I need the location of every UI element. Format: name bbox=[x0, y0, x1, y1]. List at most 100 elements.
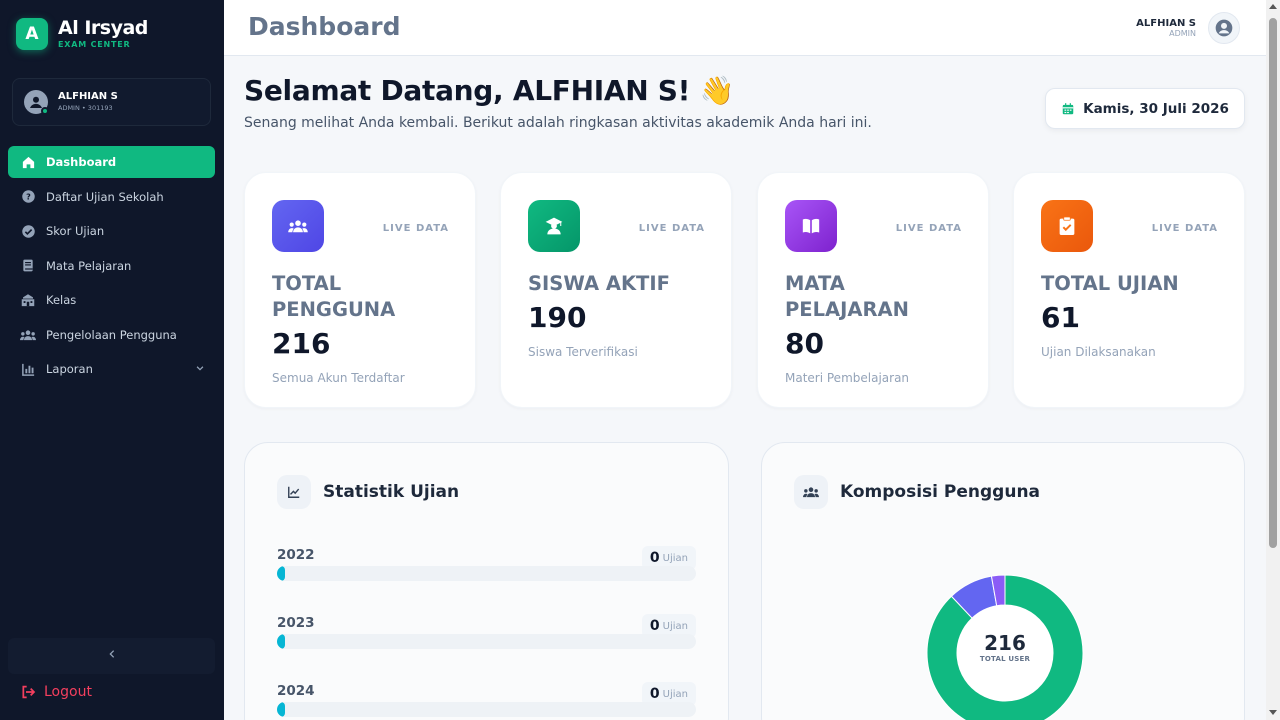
page-title: Dashboard bbox=[248, 12, 401, 41]
stat-label: MATA PELAJARAN bbox=[785, 272, 909, 321]
exam-progress-fill bbox=[277, 566, 285, 581]
exam-count: 0 bbox=[649, 686, 660, 702]
book-icon bbox=[20, 258, 36, 274]
sidebar-item-kelas[interactable]: Kelas bbox=[8, 284, 215, 316]
top-header: Dashboard ALFHIAN S ADMIN bbox=[224, 0, 1266, 56]
users-icon bbox=[272, 200, 324, 252]
sidebar-item-label: Pengelolaan Pengguna bbox=[46, 327, 177, 342]
sidebar-item-skor-ujian[interactable]: Skor Ujian bbox=[8, 215, 215, 247]
exam-count: 0 bbox=[649, 618, 660, 634]
exam-progress-bar bbox=[277, 634, 696, 649]
school-icon bbox=[20, 292, 36, 308]
brand-name: Al Irsyad bbox=[58, 17, 148, 39]
scroll-up-arrow-icon[interactable] bbox=[1269, 4, 1277, 9]
header-user-role: ADMIN bbox=[1169, 29, 1196, 39]
sidebar-item-label: Skor Ujian bbox=[46, 224, 105, 238]
sidebar-user-meta: ADMIN • 301193 bbox=[58, 104, 113, 113]
online-status-indicator bbox=[41, 107, 49, 115]
trend-chart-icon bbox=[277, 475, 311, 509]
stat-value: 190 bbox=[528, 301, 587, 334]
sidebar-item-label: Laporan bbox=[46, 362, 93, 376]
stat-card-mata-pelajaran: LIVE DATA MATA PELAJARAN 80 Materi Pembe… bbox=[757, 172, 989, 408]
stat-value: 61 bbox=[1041, 301, 1080, 334]
users-icon bbox=[794, 475, 828, 509]
sidebar-item-pengelolaan-pengguna[interactable]: Pengelolaan Pengguna bbox=[8, 319, 215, 351]
sidebar-collapse-button[interactable] bbox=[8, 638, 215, 674]
sidebar-user-name: ALFHIAN S bbox=[58, 91, 118, 103]
sidebar-item-label: Mata Pelajaran bbox=[46, 258, 132, 273]
home-icon bbox=[20, 154, 36, 170]
user-composition-donut: 216 TOTAL USER bbox=[925, 573, 1085, 720]
live-data-badge: LIVE DATA bbox=[895, 223, 962, 234]
welcome-section: Selamat Datang, ALFHIAN S! 👋 Senang meli… bbox=[244, 74, 872, 131]
users-icon bbox=[20, 327, 36, 343]
user-avatar-icon[interactable] bbox=[1208, 12, 1240, 44]
live-data-badge: LIVE DATA bbox=[638, 223, 705, 234]
logout-icon bbox=[20, 684, 36, 700]
check-circle-icon bbox=[20, 223, 36, 239]
stat-description: Semua Akun Terdaftar bbox=[272, 371, 405, 385]
stat-description: Materi Pembelajaran bbox=[785, 371, 910, 385]
exam-progress-bar bbox=[277, 702, 696, 717]
bar-chart-icon bbox=[20, 361, 36, 377]
exam-year: 2022 bbox=[277, 547, 315, 563]
sidebar-user-card[interactable]: ALFHIAN S ADMIN • 301193 bbox=[12, 78, 211, 126]
sidebar: A Al Irsyad EXAM CENTER ALFHIAN S ADMIN … bbox=[0, 0, 224, 720]
sidebar-nav: Dashboard ? Daftar Ujian Sekolah Skor Uj… bbox=[8, 146, 215, 388]
welcome-title: Selamat Datang, ALFHIAN S! 👋 bbox=[244, 74, 735, 107]
donut-total-label: TOTAL USER bbox=[979, 655, 1031, 663]
book-open-icon bbox=[785, 200, 837, 252]
chevron-left-icon bbox=[107, 648, 117, 664]
brand[interactable]: A Al Irsyad EXAM CENTER bbox=[16, 18, 148, 50]
user-avatar-icon bbox=[24, 90, 49, 115]
stat-card-total-ujian: LIVE DATA TOTAL UJIAN 61 Ujian Dilaksana… bbox=[1013, 172, 1245, 408]
exam-year: 2023 bbox=[277, 615, 315, 631]
stat-value: 80 bbox=[785, 327, 824, 360]
graduate-icon bbox=[528, 200, 580, 252]
exam-progress-fill bbox=[277, 702, 285, 717]
welcome-subtitle: Senang melihat Anda kembali. Berikut ada… bbox=[244, 115, 872, 131]
panel-title: Statistik Ujian bbox=[323, 482, 460, 502]
question-circle-icon: ? bbox=[20, 189, 36, 205]
sidebar-item-label: Kelas bbox=[46, 293, 77, 307]
stat-description: Ujian Dilaksanakan bbox=[1041, 345, 1156, 359]
sidebar-item-mata-pelajaran[interactable]: Mata Pelajaran bbox=[8, 250, 215, 282]
live-data-badge: LIVE DATA bbox=[382, 223, 449, 234]
sidebar-item-dashboard[interactable]: Dashboard bbox=[8, 146, 215, 178]
stat-description: Siswa Terverifikasi bbox=[528, 345, 638, 359]
scroll-down-arrow-icon[interactable] bbox=[1269, 710, 1277, 715]
header-user-menu[interactable]: ALFHIAN S ADMIN bbox=[1136, 12, 1240, 44]
chevron-down-icon[interactable] bbox=[195, 362, 205, 376]
page-scrollbar[interactable] bbox=[1266, 0, 1280, 720]
header-user-name: ALFHIAN S bbox=[1136, 17, 1196, 29]
brand-subtitle: EXAM CENTER bbox=[58, 40, 131, 49]
stat-card-total-pengguna: LIVE DATA TOTAL PENGGUNA 216 Semua Akun … bbox=[244, 172, 476, 408]
donut-total: 216 bbox=[984, 631, 1026, 655]
exam-progress-bar bbox=[277, 566, 696, 581]
stat-card-siswa-aktif: LIVE DATA SISWA AKTIF 190 Siswa Terverif… bbox=[500, 172, 732, 408]
stat-value: 216 bbox=[272, 327, 331, 360]
brand-logo: A bbox=[16, 18, 48, 50]
exam-unit: Ujian bbox=[662, 620, 688, 632]
stat-label: TOTAL UJIAN bbox=[1041, 272, 1179, 295]
svg-text:?: ? bbox=[26, 192, 31, 202]
panel-title: Komposisi Pengguna bbox=[840, 482, 1041, 502]
exam-unit: Ujian bbox=[662, 552, 688, 564]
exam-unit: Ujian bbox=[662, 688, 688, 700]
user-composition-panel: Komposisi Pengguna 216 TOTAL USER bbox=[761, 442, 1245, 720]
sidebar-item-laporan[interactable]: Laporan bbox=[8, 353, 215, 385]
date-label: Kamis, 30 Juli 2026 bbox=[1083, 100, 1229, 117]
logout-label: Logout bbox=[44, 684, 92, 700]
exam-progress-fill bbox=[277, 634, 285, 649]
exam-year-row: 2023 0 Ujian bbox=[277, 614, 696, 649]
date-badge: Kamis, 30 Juli 2026 bbox=[1045, 88, 1245, 129]
sidebar-item-daftar-ujian[interactable]: ? Daftar Ujian Sekolah bbox=[8, 181, 215, 213]
stat-label: SISWA AKTIF bbox=[528, 272, 670, 295]
logout-button[interactable]: Logout bbox=[20, 684, 92, 700]
stat-label: TOTAL PENGGUNA bbox=[272, 272, 396, 321]
exam-year-row: 2024 0 Ujian bbox=[277, 682, 696, 717]
clipboard-check-icon bbox=[1041, 200, 1093, 252]
live-data-badge: LIVE DATA bbox=[1151, 223, 1218, 234]
scrollbar-thumb[interactable] bbox=[1269, 18, 1277, 548]
exam-year-row: 2022 0 Ujian bbox=[277, 546, 696, 581]
